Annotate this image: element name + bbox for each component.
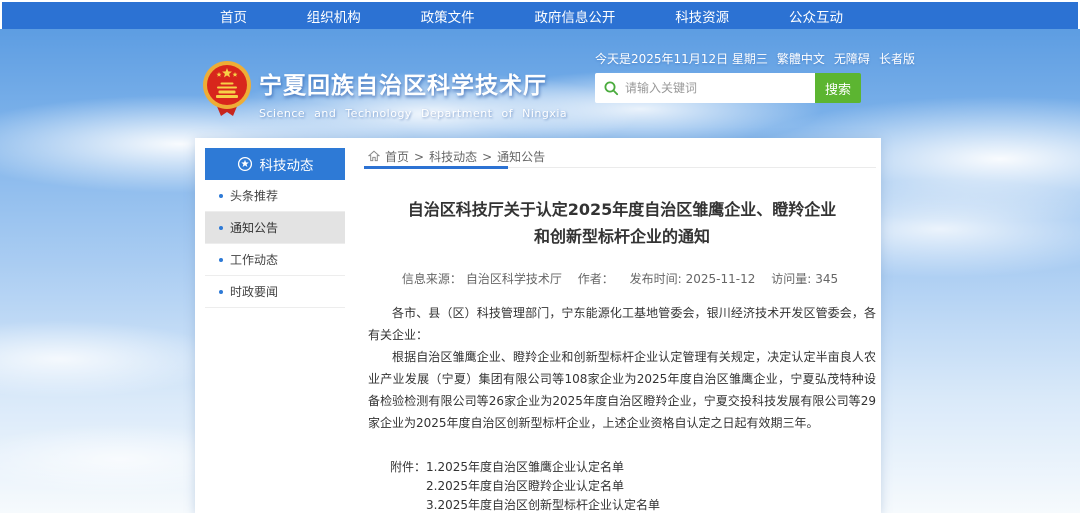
bullet-dot-icon: [219, 194, 223, 198]
sidebar-item-headlines[interactable]: 头条推荐: [205, 180, 345, 212]
bullet-dot-icon: [219, 290, 223, 294]
article-title: 自治区科技厅关于认定2025年度自治区雏鹰企业、瞪羚企业 和创新型标杆企业的通知: [368, 196, 876, 250]
search-button[interactable]: 搜索: [815, 73, 861, 103]
search-box: [595, 73, 815, 103]
sidebar: 科技动态 头条推荐 通知公告 工作动态 时政要闻: [205, 148, 345, 308]
main-content-card: 科技动态 头条推荐 通知公告 工作动态 时政要闻: [195, 138, 881, 513]
article-paragraph: 根据自治区雏鹰企业、瞪羚企业和创新型标杆企业认定管理有关规定，决定认定半亩良人农…: [368, 346, 876, 434]
meta-source-label: 信息来源：: [402, 272, 462, 286]
current-date-text: 今天是2025年11月12日 星期三: [595, 50, 768, 67]
header-utility-row: 今天是2025年11月12日 星期三 繁體中文 无障碍 长者版: [595, 50, 873, 66]
tech-dynamics-icon: [237, 156, 253, 172]
attachments-list: 1.2025年度自治区雏鹰企业认定名单 2.2025年度自治区瞪羚企业认定名单 …: [426, 458, 660, 513]
article-title-line2: 和创新型标杆企业的通知: [368, 223, 876, 250]
breadcrumb-home-link[interactable]: 首页: [385, 148, 409, 165]
sidebar-item-label: 通知公告: [230, 219, 278, 236]
breadcrumb-category-link[interactable]: 科技动态: [429, 148, 477, 165]
sidebar-header: 科技动态: [205, 148, 345, 180]
nav-item-public-interaction[interactable]: 公众互动: [789, 6, 843, 26]
top-nav-list: 首页 组织机构 政策文件 政府信息公开 科技资源 公众互动: [195, 2, 881, 29]
sidebar-item-label: 时政要闻: [230, 283, 278, 300]
nav-item-tech-resources[interactable]: 科技资源: [675, 6, 729, 26]
article-meta: 信息来源： 自治区科学技术厅 作者： 发布时间: 2025-11-12 访问量: 34…: [368, 270, 876, 287]
sidebar-menu: 头条推荐 通知公告 工作动态 时政要闻: [205, 180, 345, 308]
meta-publish-label: 发布时间:: [630, 272, 682, 286]
site-subtitle-english: Science and Technology Department of Nin…: [259, 107, 567, 120]
top-nav-bar: 首页 组织机构 政策文件 政府信息公开 科技资源 公众互动: [2, 2, 1078, 29]
link-senior-version[interactable]: 长者版: [879, 50, 915, 67]
link-accessibility[interactable]: 无障碍: [834, 50, 870, 67]
sidebar-item-label: 工作动态: [230, 251, 278, 268]
page: 首页 组织机构 政策文件 政府信息公开 科技资源 公众互动 宁夏回族自治区科学技…: [0, 0, 1080, 513]
sidebar-item-label: 头条推荐: [230, 187, 278, 204]
breadcrumb: 首页 > 科技动态 > 通知公告: [368, 146, 876, 168]
sidebar-item-notices[interactable]: 通知公告: [205, 212, 345, 244]
article-body: 各市、县（区）科技管理部门，宁东能源化工基地管委会，银川经济技术开发区管委会，各…: [368, 302, 876, 434]
sidebar-title: 科技动态: [260, 154, 314, 174]
nav-item-gov-info-disclosure[interactable]: 政府信息公开: [534, 6, 615, 26]
attachments-block: 附件： 1.2025年度自治区雏鹰企业认定名单 2.2025年度自治区瞪羚企业认…: [390, 458, 876, 513]
search-icon: [603, 80, 619, 96]
nav-item-organization[interactable]: 组织机构: [307, 6, 361, 26]
breadcrumb-separator: >: [482, 150, 492, 164]
attachment-link[interactable]: 3.2025年度自治区创新型标杆企业认定名单: [426, 496, 660, 513]
link-traditional-chinese[interactable]: 繁體中文: [777, 50, 825, 67]
attachment-link[interactable]: 1.2025年度自治区雏鹰企业认定名单: [426, 458, 660, 477]
meta-publish-date: 2025-11-12: [686, 272, 756, 286]
nav-item-policy-documents[interactable]: 政策文件: [421, 6, 475, 26]
bullet-dot-icon: [219, 226, 223, 230]
meta-author-label: 作者：: [578, 272, 614, 286]
article-column: 首页 > 科技动态 > 通知公告 自治区科技厅关于认定2025年度自治区雏鹰企业…: [368, 146, 876, 513]
sidebar-item-work-trends[interactable]: 工作动态: [205, 244, 345, 276]
search-bar: 搜索: [595, 73, 861, 103]
site-title: 宁夏回族自治区科学技术厅: [259, 66, 567, 100]
meta-visits-value: 345: [815, 272, 838, 286]
sidebar-item-current-politics[interactable]: 时政要闻: [205, 276, 345, 308]
breadcrumb-separator: >: [414, 150, 424, 164]
meta-source-value: 自治区科学技术厅: [466, 272, 562, 286]
attachment-link[interactable]: 2.2025年度自治区瞪羚企业认定名单: [426, 477, 660, 496]
bullet-dot-icon: [219, 258, 223, 262]
national-emblem-logo: [202, 60, 252, 118]
article-paragraph: 各市、县（区）科技管理部门，宁东能源化工基地管委会，银川经济技术开发区管委会，各…: [368, 302, 876, 346]
meta-visits-label: 访问量:: [771, 272, 811, 286]
breadcrumb-current-page: 通知公告: [497, 148, 545, 165]
home-icon: [368, 150, 380, 162]
nav-item-home[interactable]: 首页: [220, 6, 247, 26]
search-input[interactable]: [625, 73, 810, 103]
site-brand: 宁夏回族自治区科学技术厅 Science and Technology Depa…: [259, 66, 567, 120]
attachments-label: 附件：: [390, 458, 426, 513]
article-title-line1: 自治区科技厅关于认定2025年度自治区雏鹰企业、瞪羚企业: [368, 196, 876, 223]
